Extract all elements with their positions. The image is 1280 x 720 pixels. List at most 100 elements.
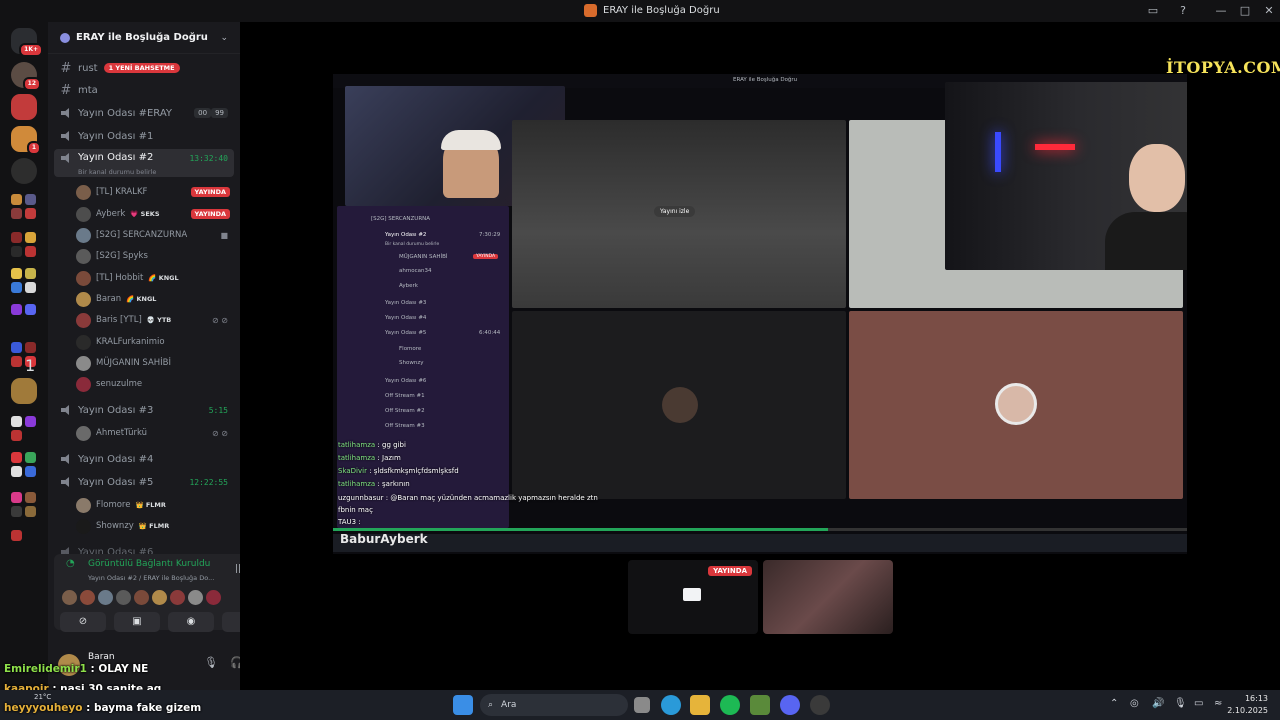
- server-icon[interactable]: [11, 378, 37, 404]
- shared-screen[interactable]: ERAY ile Boşluğa Doğru [S2G] SERCANZURNA…: [333, 74, 1187, 554]
- microphone-icon[interactable]: 🎙: [1174, 698, 1187, 709]
- channel-rust[interactable]: # rust 1 YENİ BAHSETME: [54, 58, 234, 78]
- channel-yayin-eray[interactable]: Yayın Odası #ERAY 00 99: [54, 103, 234, 123]
- server-icon[interactable]: [11, 430, 22, 441]
- server-icon[interactable]: 1: [25, 356, 36, 375]
- volume-icon[interactable]: 🔊: [1152, 698, 1164, 709]
- server-icon[interactable]: [11, 304, 22, 315]
- game-preview-tile[interactable]: [763, 560, 893, 634]
- activity-button[interactable]: ◉: [168, 612, 214, 632]
- server-icon[interactable]: [11, 416, 22, 427]
- channel-yayin-3[interactable]: Yayın Odası #3 5:15: [54, 400, 234, 420]
- watch-stream-button[interactable]: Yayını izle: [654, 206, 696, 217]
- maximize-button[interactable]: □: [1236, 3, 1254, 19]
- server-icon[interactable]: [25, 304, 36, 315]
- voice-member[interactable]: Shownzy 👑 FLMR: [76, 516, 236, 536]
- close-button[interactable]: ✕: [1260, 3, 1278, 19]
- taskbar-search[interactable]: ⌕ Ara: [480, 694, 628, 716]
- server-icon[interactable]: [11, 268, 22, 279]
- voice-member[interactable]: [S2G] Spyks: [76, 246, 236, 266]
- screen-share-button[interactable]: ▣: [114, 612, 160, 632]
- voice-status[interactable]: Görüntülü Bağlantı Kuruldu: [88, 559, 210, 569]
- system-clock[interactable]: 16:13 2.10.2025: [1227, 693, 1268, 717]
- voice-member[interactable]: MÜJGANIN SAHİBİ: [76, 353, 236, 373]
- voice-member[interactable]: Flomore 👑 FLMR: [76, 495, 236, 515]
- voice-member[interactable]: Baran 🌈 KNGL: [76, 289, 236, 309]
- channel-mta[interactable]: # mta: [54, 80, 234, 100]
- server-icon[interactable]: [11, 94, 37, 120]
- server-icon[interactable]: [11, 342, 22, 353]
- avatar[interactable]: [152, 590, 167, 605]
- server-icon[interactable]: [11, 466, 22, 477]
- server-icon[interactable]: [11, 194, 22, 205]
- avatar[interactable]: [188, 590, 203, 605]
- username[interactable]: Baran: [88, 652, 115, 662]
- server-icon[interactable]: 12: [11, 62, 41, 91]
- server-icon[interactable]: [25, 452, 36, 463]
- server-icon[interactable]: [25, 492, 36, 503]
- display-icon[interactable]: ▭: [1194, 698, 1203, 709]
- channel-status[interactable]: Bir kanal durumu belirle: [78, 168, 156, 176]
- server-icon[interactable]: [11, 246, 22, 257]
- tray-icon[interactable]: ◎: [1130, 698, 1139, 709]
- server-icon[interactable]: [25, 208, 36, 219]
- voice-member[interactable]: Ayberk 💗 SEKS YAYINDA: [76, 204, 236, 224]
- voice-member[interactable]: [TL] KRALKF YAYINDA: [76, 182, 236, 202]
- weather-widget[interactable]: 21°C: [34, 693, 51, 701]
- inbox-icon[interactable]: ▭: [1144, 3, 1162, 19]
- nvidia-icon[interactable]: [750, 695, 770, 715]
- server-icon[interactable]: [25, 194, 36, 205]
- server-icon[interactable]: [25, 506, 36, 517]
- channel-yayin-4[interactable]: Yayın Odası #4: [54, 449, 234, 469]
- wifi-icon[interactable]: ≈: [1214, 698, 1222, 709]
- server-icon[interactable]: [25, 232, 36, 243]
- edge-icon[interactable]: [661, 695, 681, 715]
- voice-member[interactable]: [TL] Hobbit 🌈 KNGL: [76, 268, 236, 288]
- avatar[interactable]: [116, 590, 131, 605]
- server-icon[interactable]: [25, 466, 36, 477]
- avatar[interactable]: [206, 590, 221, 605]
- task-view-icon[interactable]: [634, 697, 650, 713]
- voice-member[interactable]: Baris [YTL] 💀 YTB ⊘ ⊘: [76, 310, 236, 330]
- camera-off-button[interactable]: ⊘: [60, 612, 106, 632]
- direct-messages-icon[interactable]: 1K+: [11, 28, 43, 57]
- avatar[interactable]: [134, 590, 149, 605]
- spotify-icon[interactable]: [720, 695, 740, 715]
- server-icon[interactable]: [11, 158, 37, 184]
- server-icon[interactable]: 1: [11, 126, 41, 155]
- channel-yayin-1[interactable]: Yayın Odası #1: [54, 126, 234, 146]
- server-icon[interactable]: [25, 282, 36, 293]
- voice-member[interactable]: [S2G] SERCANZURNA ■: [76, 225, 236, 245]
- obs-icon[interactable]: [810, 695, 830, 715]
- voice-member[interactable]: KRALFurkanimio: [76, 332, 236, 352]
- voice-location[interactable]: Yayın Odası #2 / ERAY ile Boşluğa Do...: [88, 574, 214, 582]
- help-icon[interactable]: ?: [1174, 3, 1192, 19]
- game-stream-tile[interactable]: Yayını izle: [512, 120, 846, 308]
- server-icon[interactable]: [11, 492, 22, 503]
- server-icon[interactable]: [25, 268, 36, 279]
- chevron-up-icon[interactable]: ⌃: [1110, 698, 1118, 709]
- file-explorer-icon[interactable]: [690, 695, 710, 715]
- soundboard-button[interactable]: ✱: [222, 612, 240, 632]
- participant-tile[interactable]: [512, 311, 846, 499]
- participant-tile[interactable]: [849, 311, 1183, 499]
- server-icon[interactable]: [11, 506, 22, 517]
- avatar[interactable]: [98, 590, 113, 605]
- avatar[interactable]: [62, 590, 77, 605]
- voice-member[interactable]: AhmetTürkü ⊘ ⊘: [76, 423, 236, 443]
- server-icon[interactable]: [11, 530, 22, 541]
- start-button[interactable]: [453, 695, 473, 715]
- server-icon[interactable]: [11, 452, 22, 463]
- server-icon[interactable]: [11, 232, 22, 243]
- avatar[interactable]: [170, 590, 185, 605]
- screen-share-tile[interactable]: YAYINDA: [628, 560, 758, 634]
- microphone-icon[interactable]: 🎙: [204, 656, 218, 669]
- headphones-icon[interactable]: 🎧: [230, 656, 240, 669]
- server-icon[interactable]: [11, 282, 22, 293]
- minimize-button[interactable]: —: [1212, 3, 1230, 19]
- avatar[interactable]: [80, 590, 95, 605]
- server-icon[interactable]: [25, 246, 36, 257]
- discord-icon[interactable]: [780, 695, 800, 715]
- voice-member[interactable]: senuzulme: [76, 374, 236, 394]
- channel-yayin-5[interactable]: Yayın Odası #5 12:22:55: [54, 472, 234, 492]
